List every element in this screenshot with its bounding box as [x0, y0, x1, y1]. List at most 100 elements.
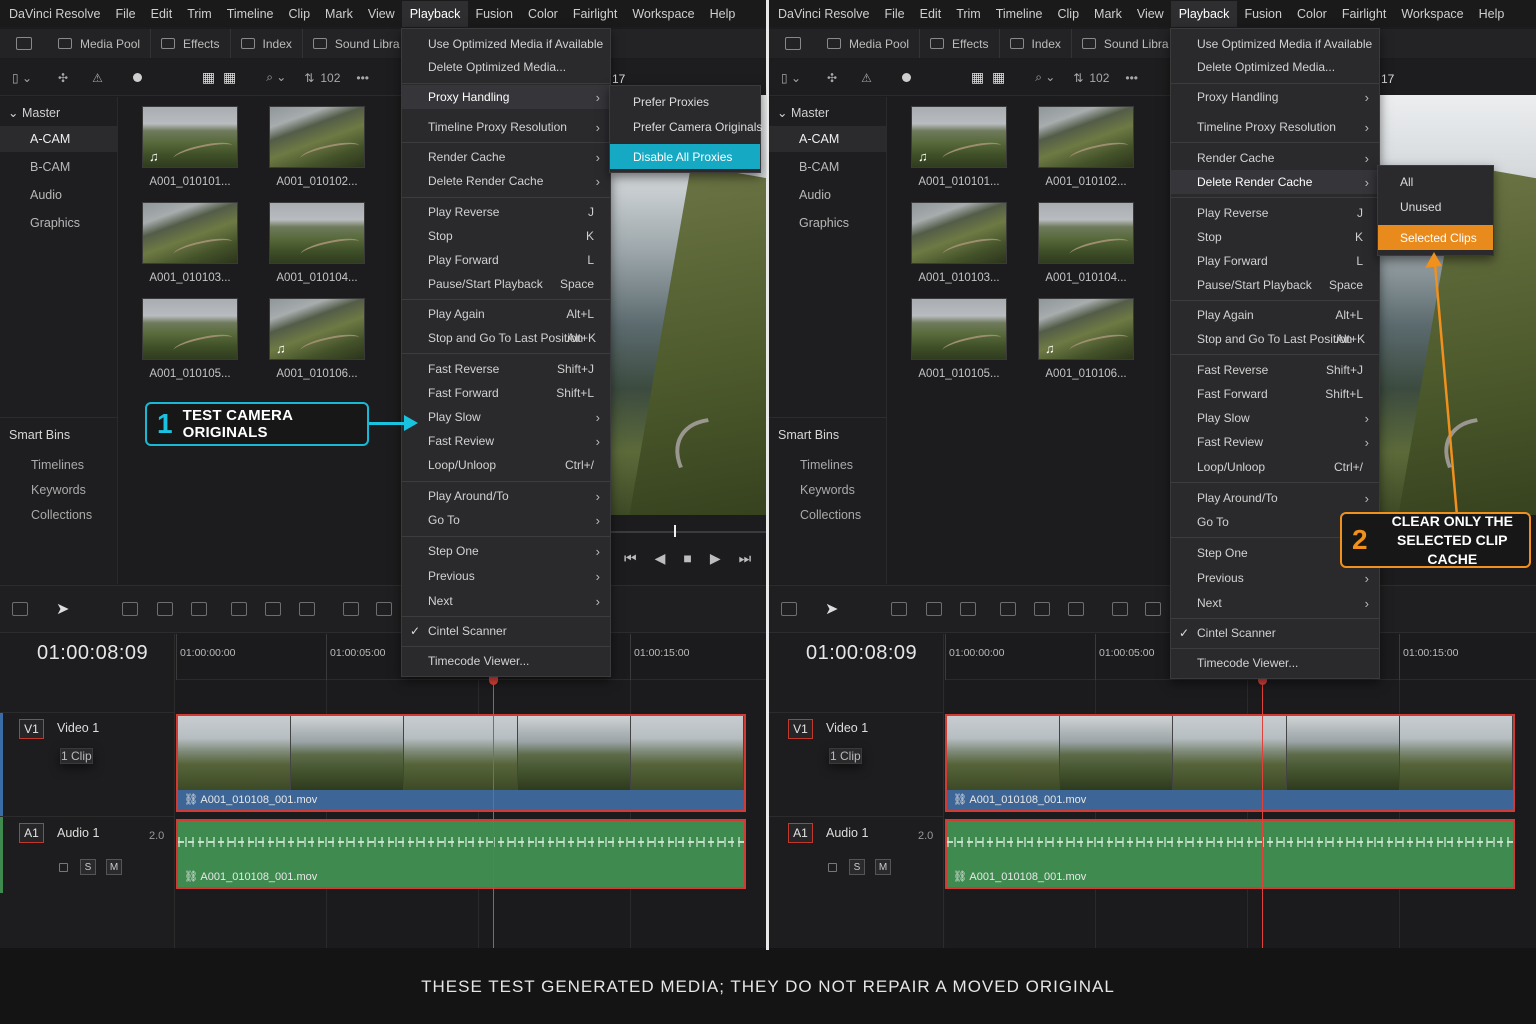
menu-mark[interactable]: Mark	[325, 7, 353, 21]
menu-item-fast-reverse[interactable]: Fast Reverse Shift+J	[402, 357, 610, 381]
bin-b-cam[interactable]: B-CAM	[0, 154, 118, 180]
menu-item-timecode-viewer[interactable]: Timecode Viewer...	[402, 649, 610, 673]
submenu-disable-all-proxies[interactable]: Disable All Proxies	[610, 144, 760, 169]
snap-icon[interactable]	[343, 602, 359, 616]
clip-thumbnail[interactable]: ♫ A001_010106...	[269, 298, 365, 380]
menu-color[interactable]: Color	[528, 7, 558, 21]
pointer-icon[interactable]: ➤	[825, 599, 838, 619]
master-bin[interactable]: ⌄ Master	[777, 105, 829, 120]
menu-fusion[interactable]: Fusion	[1244, 7, 1282, 21]
clip-thumbnail[interactable]: A001_010104...	[1038, 202, 1134, 284]
menu-item-fast-reverse[interactable]: Fast Reverse Shift+J	[1171, 358, 1379, 382]
menu-item-cintel-scanner[interactable]: ✓ Cintel Scanner	[1171, 621, 1379, 645]
menu-item-step-one[interactable]: Step One ›	[402, 539, 610, 563]
menu-file[interactable]: File	[115, 7, 135, 21]
menu-item-go-to[interactable]: Go To ›	[402, 508, 610, 532]
menu-item-delete-render-cache[interactable]: Delete Render Cache ›	[402, 169, 610, 193]
menu-trim[interactable]: Trim	[956, 7, 981, 21]
menu-item-play-reverse[interactable]: Play Reverse J	[1171, 201, 1379, 225]
menu-fairlight[interactable]: Fairlight	[1342, 7, 1386, 21]
bin-a-cam[interactable]: A-CAM	[769, 126, 887, 152]
clip-thumbnail[interactable]: A001_010102...	[1038, 106, 1134, 188]
menu-item-render-cache[interactable]: Render Cache ›	[402, 145, 610, 169]
v1-badge[interactable]: V1	[19, 719, 44, 739]
clip-thumbnail[interactable]: ♫ A001_010106...	[1038, 298, 1134, 380]
menu-item-proxy-handling[interactable]: Proxy Handling ›	[1171, 85, 1379, 109]
audio-clip[interactable]: ⛓ A001_010108_001.mov	[176, 819, 746, 889]
bin-a-cam[interactable]: A-CAM	[0, 126, 118, 152]
index-button[interactable]: Index	[231, 29, 303, 58]
insert-icon[interactable]	[960, 602, 976, 616]
play-reverse-icon[interactable]: ◀	[655, 550, 666, 567]
lock-icon[interactable]	[828, 863, 837, 872]
menu-item-delete-optimized[interactable]: Delete Optimized Media...	[402, 55, 610, 79]
menu-item-play-again[interactable]: Play Again Alt+L	[1171, 303, 1379, 327]
menu-item-timeline-proxy-resolution[interactable]: Timeline Proxy Resolution ›	[1171, 115, 1379, 139]
grid-view-icon[interactable]: ▦ ▦	[202, 69, 238, 86]
submenu-prefer-proxies[interactable]: Prefer Proxies	[610, 89, 760, 114]
playhead[interactable]	[1258, 674, 1267, 948]
menu-item-previous[interactable]: Previous ›	[1171, 566, 1379, 590]
lock-icon[interactable]	[59, 863, 68, 872]
panel-toggle-icon[interactable]	[16, 37, 32, 50]
menu-item-play-forward[interactable]: Play Forward L	[402, 248, 610, 272]
mute-button[interactable]: M	[106, 859, 122, 875]
menu-clip[interactable]: Clip	[289, 7, 311, 21]
menu-view[interactable]: View	[1137, 7, 1164, 21]
sort-icon[interactable]: ✣	[58, 71, 68, 85]
menu-item-next[interactable]: Next ›	[1171, 591, 1379, 615]
video-clip[interactable]: ⛓ A001_010108_001.mov	[945, 714, 1515, 812]
menu-color[interactable]: Color	[1297, 7, 1327, 21]
menu-item-delete-optimized[interactable]: Delete Optimized Media...	[1171, 55, 1379, 79]
menu-item-stop[interactable]: Stop K	[1171, 225, 1379, 249]
smart-bin-collections[interactable]: Collections	[0, 502, 118, 527]
clip-thumbnail[interactable]: A001_010104...	[269, 202, 365, 284]
grid-view-icon[interactable]: ▦ ▦	[971, 69, 1007, 86]
blade-icon[interactable]	[157, 602, 173, 616]
effects-button[interactable]: Effects	[920, 29, 1000, 58]
menu-mark[interactable]: Mark	[1094, 7, 1122, 21]
bin-graphics[interactable]: Graphics	[769, 210, 887, 236]
v1-badge[interactable]: V1	[788, 719, 813, 739]
menu-item-timeline-proxy-resolution[interactable]: Timeline Proxy Resolution ›	[402, 115, 610, 139]
bin-graphics[interactable]: Graphics	[0, 210, 118, 236]
menu-item-stop-go-last[interactable]: Stop and Go To Last Position Alt+K	[402, 326, 610, 350]
menu-trim[interactable]: Trim	[187, 7, 212, 21]
menu-clip[interactable]: Clip	[1058, 7, 1080, 21]
menu-item-pause-start[interactable]: Pause/Start Playback Space	[402, 272, 610, 296]
link-icon[interactable]	[1145, 602, 1161, 616]
menu-item-fast-forward[interactable]: Fast Forward Shift+L	[402, 381, 610, 405]
blade-icon[interactable]	[926, 602, 942, 616]
stop-icon[interactable]: ■	[683, 550, 691, 567]
play-icon[interactable]: ▶	[710, 550, 721, 567]
replace-icon[interactable]	[265, 602, 281, 616]
menu-item-use-optimized[interactable]: Use Optimized Media if Available	[1171, 32, 1379, 56]
bin-audio[interactable]: Audio	[769, 182, 887, 208]
clip-thumbnail[interactable]: A001_010103...	[911, 202, 1007, 284]
playhead[interactable]	[489, 674, 498, 948]
menu-playback[interactable]: Playback	[401, 0, 469, 27]
scrubber-handle[interactable]	[674, 525, 676, 537]
smart-bin-timelines[interactable]: Timelines	[769, 452, 887, 477]
a1-badge[interactable]: A1	[19, 823, 44, 843]
clip-thumbnail[interactable]: A001_010102...	[269, 106, 365, 188]
menu-item-play-reverse[interactable]: Play Reverse J	[402, 200, 610, 224]
bin-b-cam[interactable]: B-CAM	[769, 154, 887, 180]
timeline-view-icon[interactable]	[781, 602, 797, 616]
more-options-icon[interactable]: •••	[356, 71, 369, 85]
solo-button[interactable]: S	[849, 859, 865, 875]
master-bin[interactable]: ⌄ Master	[8, 105, 60, 120]
menu-timeline[interactable]: Timeline	[227, 7, 274, 21]
media-pool-button[interactable]: Media Pool	[48, 29, 152, 58]
menu-item-previous[interactable]: Previous ›	[402, 564, 610, 588]
submenu-unused[interactable]: Unused	[1378, 194, 1493, 219]
smart-bin-timelines[interactable]: Timelines	[0, 452, 118, 477]
menu-item-loop[interactable]: Loop/Unloop Ctrl+/	[402, 453, 610, 477]
menu-item-play-around[interactable]: Play Around/To ›	[402, 484, 610, 508]
menu-item-fast-forward[interactable]: Fast Forward Shift+L	[1171, 382, 1379, 406]
pointer-icon[interactable]: ➤	[56, 599, 69, 619]
submenu-selected-clips[interactable]: Selected Clips	[1378, 225, 1493, 250]
skip-end-icon[interactable]: ⏭	[739, 550, 752, 567]
menu-app[interactable]: DaVinci Resolve	[9, 7, 100, 21]
metadata-icon[interactable]: ⚠	[861, 71, 872, 85]
